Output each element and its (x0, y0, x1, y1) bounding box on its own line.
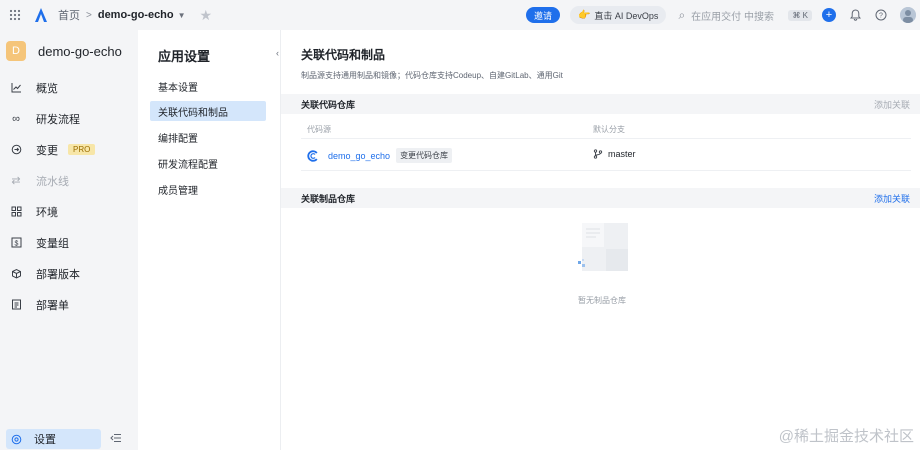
sidebar-item-deploy-order[interactable]: 部署单 (0, 289, 138, 320)
svg-text:$: $ (14, 240, 18, 247)
svg-text:?: ? (879, 13, 883, 20)
breadcrumb-separator: > (86, 9, 92, 21)
menu-item-members[interactable]: 成员管理 (150, 179, 266, 199)
divider (301, 138, 911, 139)
sidebar-item-deploy-version[interactable]: 部署版本 (0, 258, 138, 289)
pipeline-icon: ⇄ (11, 175, 21, 187)
help-icon[interactable]: ? (874, 8, 888, 22)
project-name: demo-go-echo (38, 43, 122, 59)
sidebar-item-variable-group[interactable]: $ 变量组 (0, 227, 138, 258)
sidebar-item-dev-flow[interactable]: ∞ 研发流程 (0, 103, 138, 134)
menu-item-orchestration[interactable]: 编排配置 (150, 127, 266, 147)
watermark: @稀土掘金技术社区 (778, 428, 914, 445)
default-branch: master (593, 149, 636, 159)
variable-icon: $ (10, 237, 22, 249)
settings-menu-panel: 应用设置 ‹ 基本设置 关联代码和制品 编排配置 研发流程配置 成员管理 (138, 30, 281, 450)
sidebar-item-label: 部署单 (36, 299, 69, 312)
sidebar-item-label: 研发流程 (36, 113, 80, 126)
search-box[interactable]: ⌕ 在应用交付 中搜索 (678, 8, 788, 23)
grid-icon (10, 206, 22, 218)
chevron-down-icon[interactable]: ▼ (178, 11, 186, 20)
sidebar-item-label: 概览 (36, 82, 58, 95)
sidebar-item-change[interactable]: 变更 PRO (0, 134, 138, 165)
artifact-repo-section-header: 关联制品仓库 添加关联 (281, 188, 920, 208)
empty-state-text: 暂无制品仓库 (578, 296, 626, 305)
table-row: demo_go_echo 变更代码仓库 (307, 148, 453, 163)
page-title: 关联代码和制品 (301, 48, 386, 62)
search-placeholder: 在应用交付 中搜索 (691, 11, 774, 23)
create-plus-icon[interactable]: + (822, 8, 836, 22)
git-branch-icon (593, 149, 603, 159)
project-sidebar: D demo-go-echo 概览 ∞ 研发流程 变更 PRO ⇄ 流水线 环境… (0, 30, 138, 450)
top-bar: 首页 > demo-go-echo ▼ ★ 邀请 👉 直击 AI DevOps … (0, 0, 920, 30)
bell-icon[interactable] (848, 8, 862, 22)
page-description: 制品源支持通用制品和镜像；代码仓库支持Codeup、自建GitLab、通用Git (301, 71, 563, 80)
project-avatar: D (6, 41, 26, 61)
divider (301, 170, 911, 171)
search-shortcut: ⌘ K (788, 9, 812, 21)
ai-devops-label: 直击 AI DevOps (594, 10, 659, 21)
pro-badge: PRO (68, 144, 96, 155)
sidebar-item-label: 变量组 (36, 237, 69, 250)
sidebar-item-environment[interactable]: 环境 (0, 196, 138, 227)
sidebar-item-settings[interactable]: 设置 (6, 429, 101, 449)
sidebar-item-label: 环境 (36, 206, 58, 219)
chart-line-icon (10, 82, 22, 94)
app-grid-icon[interactable] (0, 0, 30, 30)
sidebar-item-label: 设置 (34, 434, 56, 446)
add-code-link-button[interactable]: 添加关联 (874, 98, 910, 111)
sidebar-item-overview[interactable]: 概览 (0, 72, 138, 103)
gear-icon (10, 433, 22, 445)
sidebar-item-label: 变更 (36, 144, 58, 157)
menu-item-dev-flow-config[interactable]: 研发流程配置 (150, 153, 266, 173)
section-title: 关联制品仓库 (301, 193, 356, 204)
section-title: 关联代码仓库 (301, 99, 356, 110)
chevron-left-icon[interactable]: ‹ (276, 48, 279, 58)
column-header-source: 代码源 (307, 125, 331, 134)
package-icon (10, 268, 22, 280)
column-header-branch: 默认分支 (593, 125, 625, 134)
repo-name-link[interactable]: demo_go_echo (328, 151, 390, 161)
main-content: 关联代码和制品 制品源支持通用制品和镜像；代码仓库支持Codeup、自建GitL… (281, 30, 920, 450)
breadcrumb-home[interactable]: 首页 (58, 7, 80, 23)
user-avatar[interactable] (900, 7, 916, 23)
sidebar-item-pipeline[interactable]: ⇄ 流水线 (0, 165, 138, 196)
add-artifact-link-button[interactable]: 添加关联 (874, 192, 910, 205)
logo-icon[interactable] (30, 0, 52, 30)
document-icon (10, 299, 22, 311)
star-icon[interactable]: ★ (200, 7, 213, 24)
menu-item-basic-settings[interactable]: 基本设置 (150, 76, 266, 96)
change-repo-button[interactable]: 变更代码仓库 (396, 148, 453, 163)
menu-item-linked-code-artifacts[interactable]: 关联代码和制品 (150, 101, 266, 121)
settings-menu-title: 应用设置 (158, 49, 211, 64)
invite-button[interactable]: 邀请 (525, 7, 560, 23)
pointing-hand-icon: 👉 (577, 9, 591, 21)
breadcrumb-project[interactable]: demo-go-echo (98, 9, 174, 21)
project-header[interactable]: D demo-go-echo (0, 30, 138, 72)
empty-state-illustration (578, 221, 632, 277)
codeup-icon (307, 149, 319, 162)
sidebar-item-label: 流水线 (36, 175, 69, 188)
infinity-icon: ∞ (12, 112, 20, 125)
sidebar-item-label: 部署版本 (36, 268, 80, 281)
sidebar-collapse-icon[interactable] (110, 432, 122, 444)
search-icon: ⌕ (678, 7, 686, 22)
branch-name: master (608, 149, 636, 159)
ai-devops-button[interactable]: 👉 直击 AI DevOps (569, 6, 667, 24)
code-repo-section-header: 关联代码仓库 添加关联 (281, 94, 920, 114)
change-icon (10, 144, 22, 156)
